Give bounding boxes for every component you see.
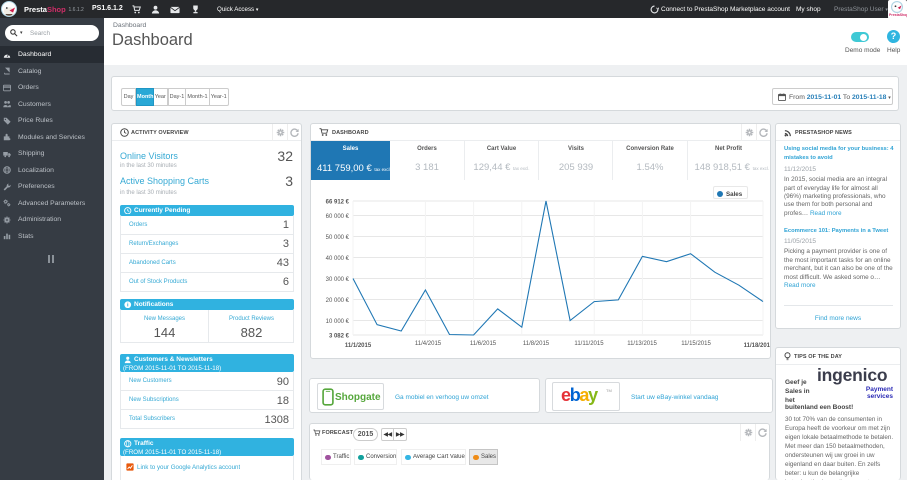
svg-text:11/1/2015: 11/1/2015 — [345, 343, 372, 349]
svg-text:3 082 €: 3 082 € — [329, 334, 350, 340]
svg-text:60 000 €: 60 000 € — [326, 214, 350, 220]
svg-text:11/6/2015: 11/6/2015 — [470, 341, 497, 347]
svg-text:11/13/2015: 11/13/2015 — [627, 341, 657, 347]
svg-text:20 000 €: 20 000 € — [326, 298, 350, 304]
svg-text:11/15/2015: 11/15/2015 — [681, 341, 711, 347]
svg-text:50 000 €: 50 000 € — [326, 235, 350, 241]
svg-text:11/11/2015: 11/11/2015 — [574, 341, 604, 347]
svg-text:10 000 €: 10 000 € — [326, 319, 350, 325]
svg-text:11/4/2015: 11/4/2015 — [415, 341, 442, 347]
svg-text:40 000 €: 40 000 € — [326, 256, 350, 262]
svg-text:11/18/201: 11/18/201 — [744, 343, 770, 349]
svg-text:11/8/2015: 11/8/2015 — [523, 341, 550, 347]
svg-text:66 912 €: 66 912 € — [326, 200, 350, 206]
svg-text:30 000 €: 30 000 € — [326, 277, 350, 283]
